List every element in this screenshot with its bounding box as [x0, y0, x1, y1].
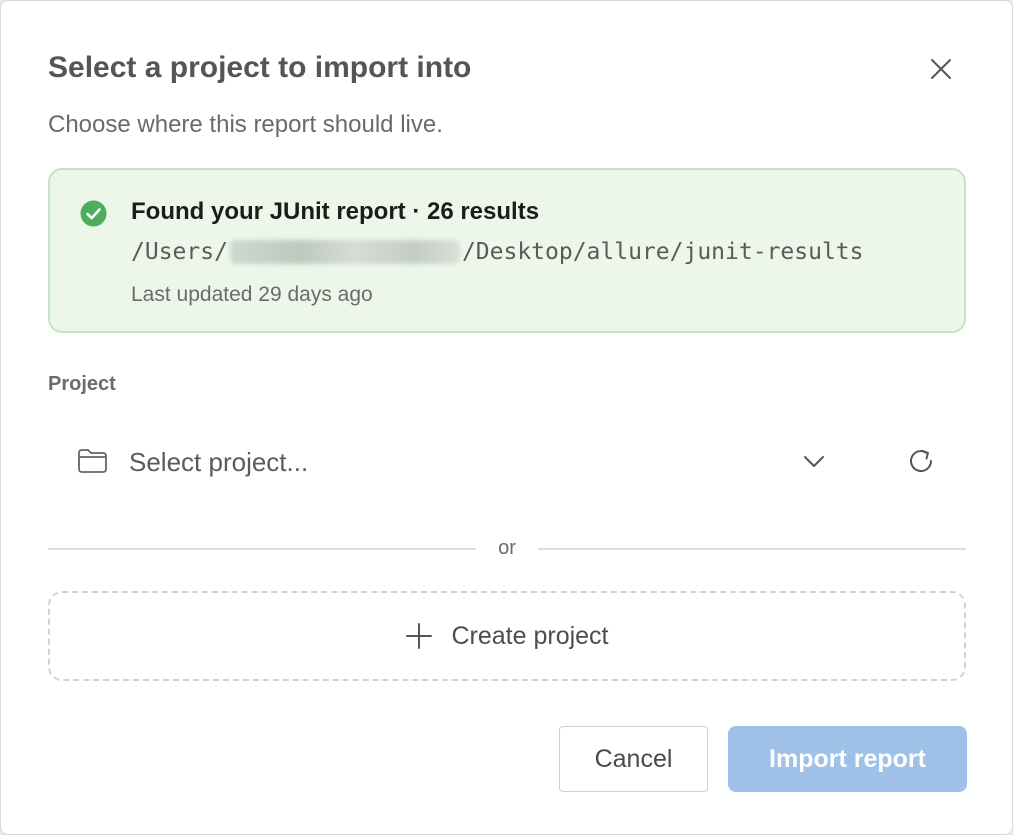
chevron-down-icon — [804, 456, 824, 467]
project-select-placeholder: Select project... — [129, 447, 309, 477]
redacted-username — [229, 240, 460, 264]
plus-icon — [406, 623, 433, 649]
close-button[interactable] — [921, 49, 961, 89]
report-found-notice: Found your JUnit report · 26 results /Us… — [48, 168, 966, 333]
check-circle-icon — [80, 200, 107, 227]
report-path-prefix: /Users/ — [131, 239, 228, 265]
report-path-suffix: /Desktop/allure/junit-results — [461, 239, 864, 265]
divider-line-right — [538, 548, 966, 550]
notice-heading: Found your JUnit report · 26 results — [131, 198, 540, 225]
create-project-label: Create project — [451, 622, 609, 650]
dialog-subtitle: Choose where this report should live. — [48, 111, 443, 138]
project-label: Project — [48, 373, 116, 395]
folder-icon — [78, 449, 107, 473]
project-select[interactable]: Select project... — [48, 421, 966, 501]
divider-line-left — [48, 548, 476, 550]
import-dialog: Select a project to import into Choose w… — [0, 0, 1013, 835]
report-path: /Users/ /Desktop/allure/junit-results — [131, 237, 864, 267]
refresh-icon[interactable] — [905, 445, 937, 477]
dialog-title: Select a project to import into — [48, 51, 472, 84]
import-report-button[interactable]: Import report — [728, 726, 967, 792]
cancel-button[interactable]: Cancel — [559, 726, 708, 792]
last-updated-text: Last updated 29 days ago — [131, 283, 373, 306]
create-project-button[interactable]: Create project — [48, 591, 966, 681]
divider-or-text: or — [498, 537, 516, 559]
close-icon — [931, 59, 951, 79]
